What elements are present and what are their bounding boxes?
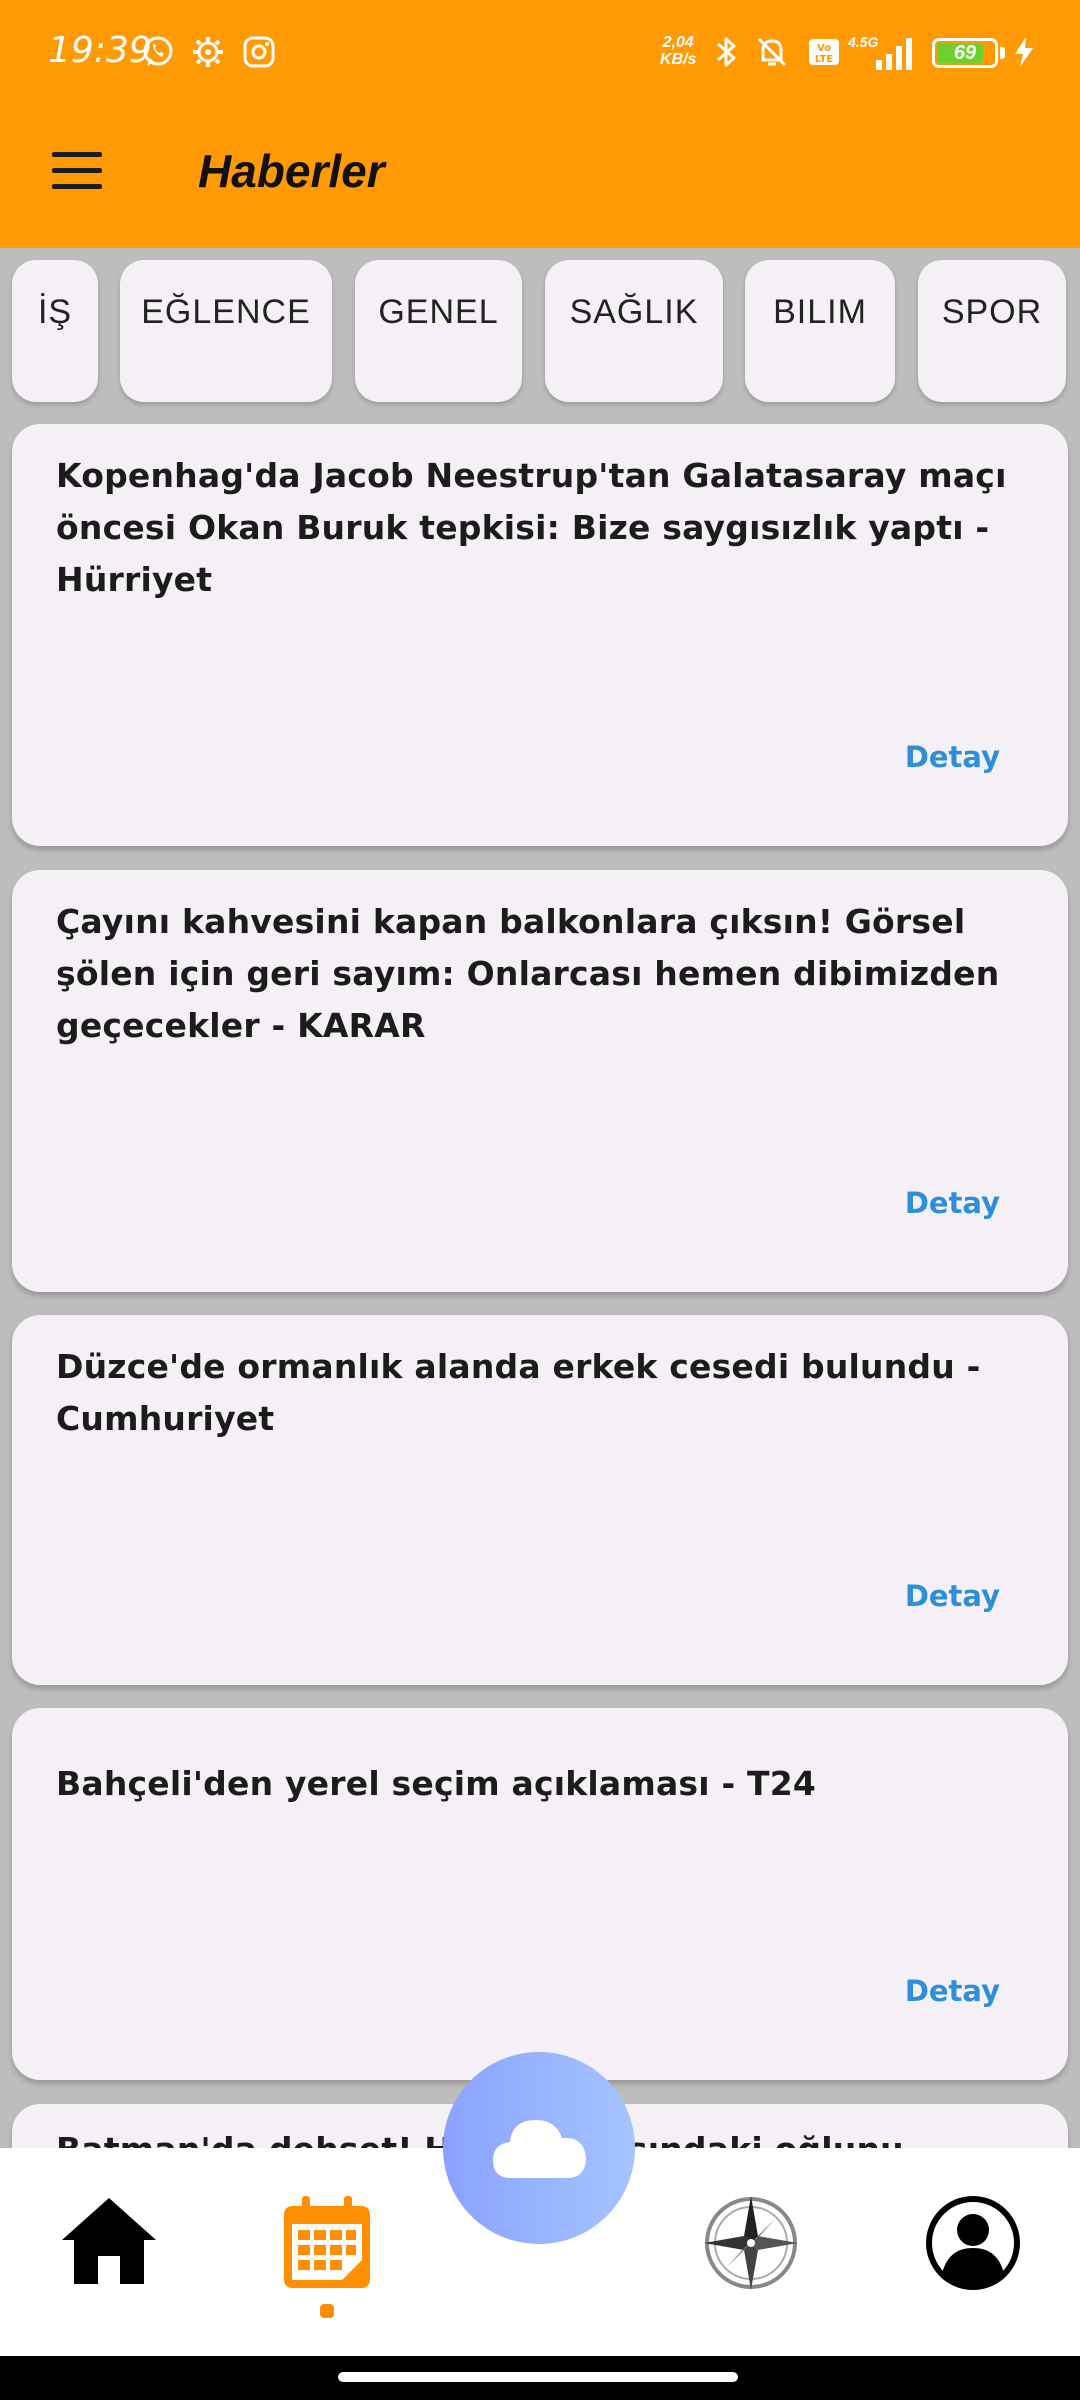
category-chip-eglence[interactable]: EĞLENCE — [120, 260, 332, 402]
active-tab-indicator — [320, 2304, 334, 2318]
category-chip-saglik[interactable]: SAĞLIK — [545, 260, 723, 402]
news-card[interactable]: Düzce'de ormanlık alanda erkek cesedi bu… — [12, 1315, 1068, 1685]
cell-signal-icon: 4.5G — [848, 34, 918, 74]
network-speed: 2,04 KB/s — [660, 34, 697, 68]
hamburger-menu-icon[interactable] — [52, 152, 102, 189]
instagram-icon — [243, 36, 275, 68]
detail-link[interactable]: Detay — [905, 1974, 1000, 2008]
detail-link[interactable]: Detay — [905, 1186, 1000, 1220]
detail-link[interactable]: Detay — [905, 1579, 1000, 1613]
whatsapp-icon — [143, 36, 173, 66]
news-title: Kopenhag'da Jacob Neestrup'tan Galatasar… — [56, 456, 1007, 599]
profile-icon[interactable] — [918, 2188, 1028, 2298]
page-title: Haberler — [198, 145, 385, 197]
category-chip-bilim[interactable]: BILIM — [745, 260, 895, 402]
category-chip-spor[interactable]: SPOR — [918, 260, 1066, 402]
compass-icon[interactable] — [696, 2188, 806, 2298]
status-time: 19:39 — [48, 30, 152, 71]
home-gesture-bar[interactable] — [338, 2372, 738, 2382]
charging-bolt-icon — [1015, 37, 1033, 67]
system-navigation-area — [0, 2356, 1080, 2400]
weather-cloud-icon — [493, 2120, 586, 2178]
svg-text:Vo: Vo — [817, 43, 831, 54]
news-title: Çayını kahvesini kapan balkonlara çıksın… — [56, 902, 1000, 1045]
category-tabs: İŞ EĞLENCE GENEL SAĞLIK BILIM SPOR — [0, 260, 1080, 402]
detail-link[interactable]: Detay — [905, 740, 1000, 774]
news-title: Düzce'de ormanlık alanda erkek cesedi bu… — [56, 1347, 981, 1438]
silent-mode-icon — [757, 37, 787, 67]
top-bar: 19:39 2,04 KB/s Vo LTE 4.5G 69 Haberler — [0, 0, 1080, 248]
status-bar: 19:39 2,04 KB/s Vo LTE 4.5G 69 — [0, 0, 1080, 106]
calendar-icon[interactable] — [272, 2188, 382, 2298]
home-icon[interactable] — [54, 2188, 164, 2298]
news-card[interactable]: Kopenhag'da Jacob Neestrup'tan Galatasar… — [12, 424, 1068, 846]
category-chip-genel[interactable]: GENEL — [355, 260, 522, 402]
settings-gear-icon — [193, 37, 223, 67]
news-card[interactable]: Bahçeli'den yerel seçim açıklaması - T24… — [12, 1708, 1068, 2080]
battery-icon: 69 — [932, 38, 998, 68]
bluetooth-icon — [717, 37, 736, 67]
news-title: Bahçeli'den yerel seçim açıklaması - T24 — [56, 1764, 817, 1803]
app-bar: Haberler — [0, 106, 1080, 248]
news-card[interactable]: Çayını kahvesini kapan balkonlara çıksın… — [12, 870, 1068, 1292]
svg-text:LTE: LTE — [815, 54, 834, 65]
category-chip-is[interactable]: İŞ — [12, 260, 98, 402]
weather-fab-button[interactable] — [443, 2052, 635, 2244]
volte-icon: Vo LTE — [809, 39, 839, 65]
